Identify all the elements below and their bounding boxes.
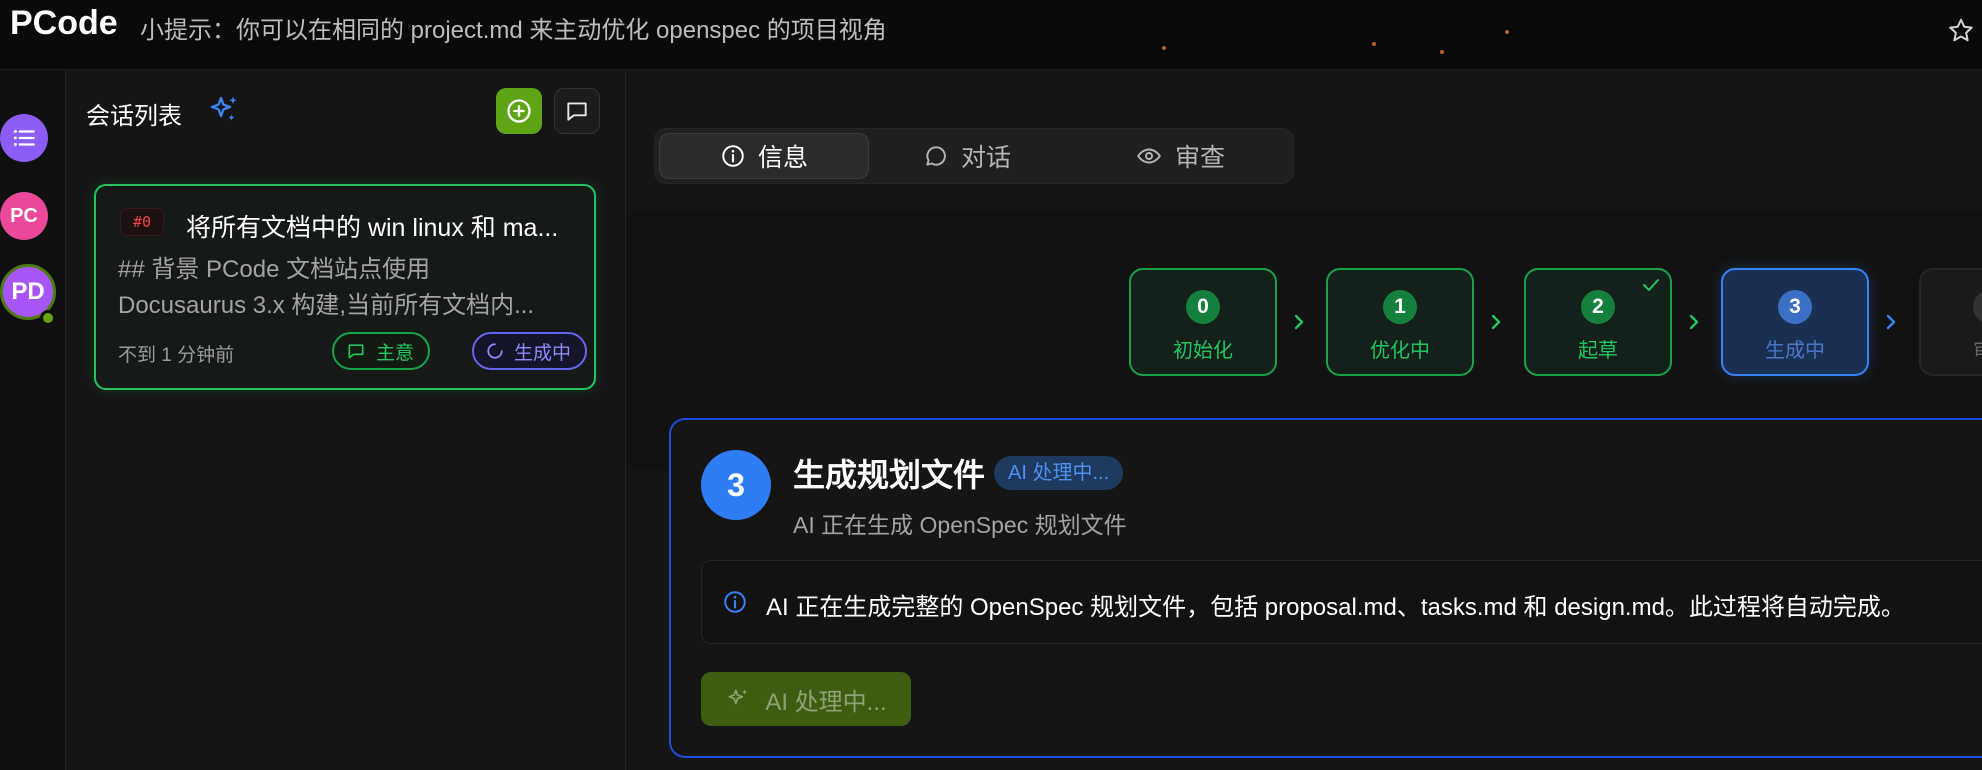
tab-review-label: 审查 [1175,144,1226,172]
step-draft[interactable]: 2 起草 [1524,268,1672,376]
decor-dot [1505,30,1509,34]
session-desc-line: ## 背景 PCode 文档站点使用 [118,256,431,283]
status-badge-label: 生成中 [514,342,572,364]
step-label: 优化中 [1370,340,1430,362]
tab-bar: 信息 对话 审查 [654,128,1294,184]
list-avatar[interactable] [0,114,48,162]
step-label: 起草 [1578,340,1618,362]
ai-processing-button-label: AI 处理中... [765,688,887,716]
step-optimizing[interactable]: 1 优化中 [1326,268,1474,376]
step-review[interactable]: 审 [1919,268,1982,376]
session-title: 将所有文档中的 win linux 和 ma... [186,214,559,242]
list-icon [13,129,35,147]
chevron-right-icon [1689,314,1699,330]
task-subtitle: AI 正在生成 OpenSpec 规划文件 [793,512,1127,538]
step-number [1973,290,1982,324]
tab-chat-label: 对话 [961,144,1012,172]
session-time: 不到 1 分钟前 [118,345,235,366]
tab-chat[interactable]: 对话 [923,133,1011,179]
session-list-title: 会话列表 [86,103,182,130]
tip-text: 小提示：你可以在相同的 project.md 来主动优化 openspec 的项… [140,17,887,44]
message-circle-icon [926,146,946,166]
star-icon[interactable] [1946,16,1976,46]
session-desc-line: Docusaurus 3.x 构建,当前所有文档内... [118,292,535,319]
app-brand: PCode [10,4,118,42]
info-icon [722,145,744,167]
task-info-text: AI 正在生成完整的 OpenSpec 规划文件，包括 proposal.md、… [766,594,1905,621]
tab-info[interactable]: 信息 [659,133,869,179]
step-label: 初始化 [1173,340,1233,362]
session-description: ## 背景 PCode 文档站点使用 Docusaurus 3.x 构建,当前所… [118,252,578,324]
step-number: 3 [1778,290,1812,324]
info-icon [724,591,746,613]
task-step-number: 3 [701,450,771,520]
session-card[interactable]: #0 将所有文档中的 win linux 和 ma... ## 背景 PCode… [94,184,596,390]
message-square-icon [567,102,587,121]
task-info-box: AI 正在生成完整的 OpenSpec 规划文件，包括 proposal.md、… [701,560,1982,644]
task-title: 生成规划文件 [793,457,986,493]
left-rail: PC PD [0,70,66,770]
decor-dot [1372,42,1376,46]
chevron-right-icon [1886,314,1896,330]
online-status-dot [40,310,56,326]
new-session-button[interactable] [496,88,542,134]
topic-badge-label: 主意 [376,342,415,364]
step-number: 2 [1581,290,1615,324]
status-badge: 生成中 [472,332,588,370]
main-area: 信息 对话 审查 0 初始化 1 优化中 2 起草 3 生成中 3 生成规划文件… [627,70,1982,770]
step-label: 审 [1973,334,1982,363]
tab-info-label: 信息 [757,144,808,172]
message-square-icon [348,344,364,359]
eye-icon [1137,148,1161,164]
step-number: 1 [1383,290,1417,324]
topic-badge[interactable]: 主意 [332,332,431,370]
step-number: 0 [1186,290,1220,324]
check-icon [1643,279,1659,291]
chat-button[interactable] [554,88,600,134]
ai-processing-button[interactable]: AI 处理中... [701,672,911,726]
project-avatar-pc[interactable]: PC [0,192,48,240]
chevron-right-icon [1491,314,1501,330]
step-label: 生成中 [1765,340,1825,362]
decor-dot [1440,50,1444,54]
step-generating[interactable]: 3 生成中 [1721,268,1869,376]
chevron-right-icon [1294,314,1304,330]
sparkle-icon [728,689,748,705]
session-id-badge: #0 [120,208,165,236]
plus-circle-icon [507,99,531,123]
step-init[interactable]: 0 初始化 [1129,268,1277,376]
tab-review[interactable]: 审查 [1135,133,1225,179]
top-bar: PCode 小提示：你可以在相同的 project.md 来主动优化 opens… [0,0,1982,70]
sparkle-icon[interactable] [206,92,242,128]
decor-dot [1162,46,1166,50]
session-list-panel: 会话列表 #0 将所有文档中的 win linux 和 ma... ## 背景 … [66,70,626,770]
task-card: 3 生成规划文件 AI 处理中... AI 正在生成 OpenSpec 规划文件… [669,418,1982,758]
loader-icon [487,343,503,359]
ai-processing-badge: AI 处理中... [994,456,1124,490]
